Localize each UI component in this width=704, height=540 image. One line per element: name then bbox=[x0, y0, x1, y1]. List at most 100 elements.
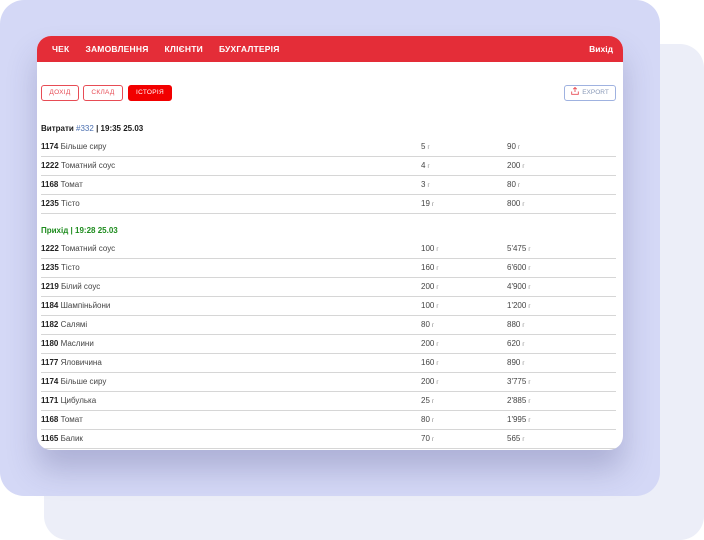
item-sum-cell: 2'885 г bbox=[507, 392, 616, 410]
table-row: 1168 Томат 3 г 80 г bbox=[41, 176, 616, 195]
qty-unit: г bbox=[431, 399, 435, 405]
item-qty: 200 bbox=[421, 377, 435, 386]
table-row: 1165 Балик 70 г 565 г bbox=[41, 430, 616, 449]
item-name-cell: 1235 Тісто bbox=[41, 259, 421, 277]
item-code: 1174 bbox=[41, 142, 59, 151]
item-sum-cell: 3'355г bbox=[507, 449, 616, 450]
item-qty-cell: 160 г bbox=[421, 259, 507, 277]
item-code: 1177 bbox=[41, 358, 59, 367]
item-code: 1171 bbox=[41, 396, 59, 405]
table-row: 1184 Шампіньйони 100 г 1'200 г bbox=[41, 297, 616, 316]
item-sum-cell: 1'200 г bbox=[507, 297, 616, 315]
item-qty-cell: 80 г bbox=[421, 316, 507, 334]
nav-orders[interactable]: ЗАМОВЛЕННЯ bbox=[85, 44, 148, 54]
item-sum: 880 bbox=[507, 320, 521, 329]
item-code: 1182 bbox=[41, 320, 59, 329]
qty-unit: г bbox=[436, 285, 439, 291]
nav-accounting[interactable]: БУХГАЛТЕРІЯ bbox=[219, 44, 280, 54]
item-sum-cell: 880 г bbox=[507, 316, 616, 334]
qty-unit: г bbox=[436, 247, 439, 253]
sum-unit: г bbox=[528, 285, 531, 291]
item-name-cell: 1235 Тісто bbox=[41, 195, 421, 213]
table-row: 1180 Маслини 200 г 620 г bbox=[41, 335, 616, 354]
top-navbar: ЧЕК ЗАМОВЛЕННЯ КЛІЄНТИ БУХГАЛТЕРІЯ Вихід bbox=[37, 36, 623, 62]
item-sum: 1'995 bbox=[507, 415, 527, 424]
sum-unit: г bbox=[522, 437, 525, 443]
expense-label: Витрати bbox=[41, 124, 74, 133]
item-name: Балик bbox=[60, 434, 83, 443]
item-qty-cell: 160 г bbox=[421, 354, 507, 372]
item-sum: 565 bbox=[507, 434, 521, 443]
table-row: 1174 Більше сиру 200 г 3'775 г bbox=[41, 373, 616, 392]
item-qty-cell: 5г bbox=[421, 138, 507, 156]
item-name-cell: 1180 Маслини bbox=[41, 335, 421, 353]
tab-history[interactable]: ІСТОРІЯ bbox=[128, 85, 172, 101]
item-code: 1222 bbox=[41, 161, 59, 170]
item-sum: 2'885 bbox=[507, 396, 527, 405]
item-name-cell: 1174 Більше сиру bbox=[41, 138, 421, 156]
item-sum-cell: 565 г bbox=[507, 430, 616, 448]
item-sum: 1'200 bbox=[507, 301, 527, 310]
export-button[interactable]: EXPORT bbox=[564, 85, 616, 101]
tab-income[interactable]: ДОХІД bbox=[41, 85, 79, 101]
sum-unit: г bbox=[528, 304, 531, 310]
item-name: Білий соус bbox=[61, 282, 101, 291]
table-row: 1171 Цибулька 25 г 2'885 г bbox=[41, 392, 616, 411]
app-window: ЧЕК ЗАМОВЛЕННЯ КЛІЄНТИ БУХГАЛТЕРІЯ Вихід… bbox=[37, 36, 623, 450]
logout-link[interactable]: Вихід bbox=[589, 44, 613, 54]
toolbar: ДОХІД СКЛАД ІСТОРІЯ EXPORT bbox=[41, 85, 616, 101]
nav-check[interactable]: ЧЕК bbox=[52, 44, 69, 54]
item-name-cell: 1174 Більше сиру bbox=[41, 373, 421, 391]
item-sum: 5'475 bbox=[507, 244, 527, 253]
sum-unit: г bbox=[528, 380, 531, 386]
item-qty-cell: 3г bbox=[421, 176, 507, 194]
item-qty: 100 bbox=[421, 244, 435, 253]
table-row: 1182 Салямі 80 г 880 г bbox=[41, 316, 616, 335]
item-qty-cell: 100 г bbox=[421, 240, 507, 258]
item-name-cell: 1162 Курка bbox=[41, 449, 421, 450]
income-header: Прихід | 19:28 25.03 bbox=[41, 222, 616, 240]
expense-table: 1174 Більше сиру 5 г 90 г 1222 Томатний соус 4… bbox=[41, 138, 616, 214]
item-qty: 200 bbox=[421, 282, 435, 291]
item-sum-cell: 6'600 г bbox=[507, 259, 616, 277]
item-sum: 620 bbox=[507, 339, 521, 348]
item-qty: 80 bbox=[421, 320, 430, 329]
table-row: 1219 Білий соус 200 г 4'900 г bbox=[41, 278, 616, 297]
qty-unit: г bbox=[431, 202, 435, 208]
income-table: 1222 Томатний соус 100 г 5'475 г 1235 Тісто 16… bbox=[41, 240, 616, 450]
sum-unit: г bbox=[522, 361, 525, 367]
item-qty: 5 bbox=[421, 142, 426, 151]
qty-unit: г bbox=[436, 361, 439, 367]
item-name: Більше сиру bbox=[60, 142, 107, 151]
expense-separator: | bbox=[96, 124, 99, 133]
item-name: Томат bbox=[60, 415, 83, 424]
qty-unit: г bbox=[431, 418, 435, 424]
item-sum-cell: 4'900 г bbox=[507, 278, 616, 296]
item-code: 1235 bbox=[41, 199, 59, 208]
item-qty-cell: 200 г bbox=[421, 335, 507, 353]
item-name: Томатний соус bbox=[61, 161, 116, 170]
item-name: Яловичина bbox=[60, 358, 102, 367]
item-name: Тісто bbox=[61, 199, 80, 208]
item-sum-cell: 80 г bbox=[507, 176, 616, 194]
income-time: 19:28 25.03 bbox=[75, 226, 118, 235]
expense-doc-link[interactable]: #332 bbox=[76, 124, 94, 133]
item-name: Більше сиру bbox=[60, 377, 107, 386]
qty-unit: г bbox=[431, 437, 435, 443]
sum-unit: г bbox=[522, 164, 525, 170]
item-code: 1184 bbox=[41, 301, 59, 310]
item-qty-cell: 19 г bbox=[421, 195, 507, 213]
qty-unit: г bbox=[436, 266, 439, 272]
table-row: 1235 Тісто 19 г 800 г bbox=[41, 195, 616, 214]
item-sum: 4'900 bbox=[507, 282, 527, 291]
table-row: 1162 Курка260г3'355г bbox=[41, 449, 616, 450]
item-name-cell: 1184 Шампіньйони bbox=[41, 297, 421, 315]
tab-stock[interactable]: СКЛАД bbox=[83, 85, 123, 101]
table-row: 1222 Томатний соус 4 г 200 г bbox=[41, 157, 616, 176]
item-qty-cell: 260г bbox=[421, 449, 507, 450]
sum-unit: г bbox=[528, 266, 531, 272]
nav-clients[interactable]: КЛІЄНТИ bbox=[165, 44, 203, 54]
item-name: Томатний соус bbox=[61, 244, 116, 253]
item-qty: 19 bbox=[421, 199, 430, 208]
item-code: 1168 bbox=[41, 180, 59, 189]
